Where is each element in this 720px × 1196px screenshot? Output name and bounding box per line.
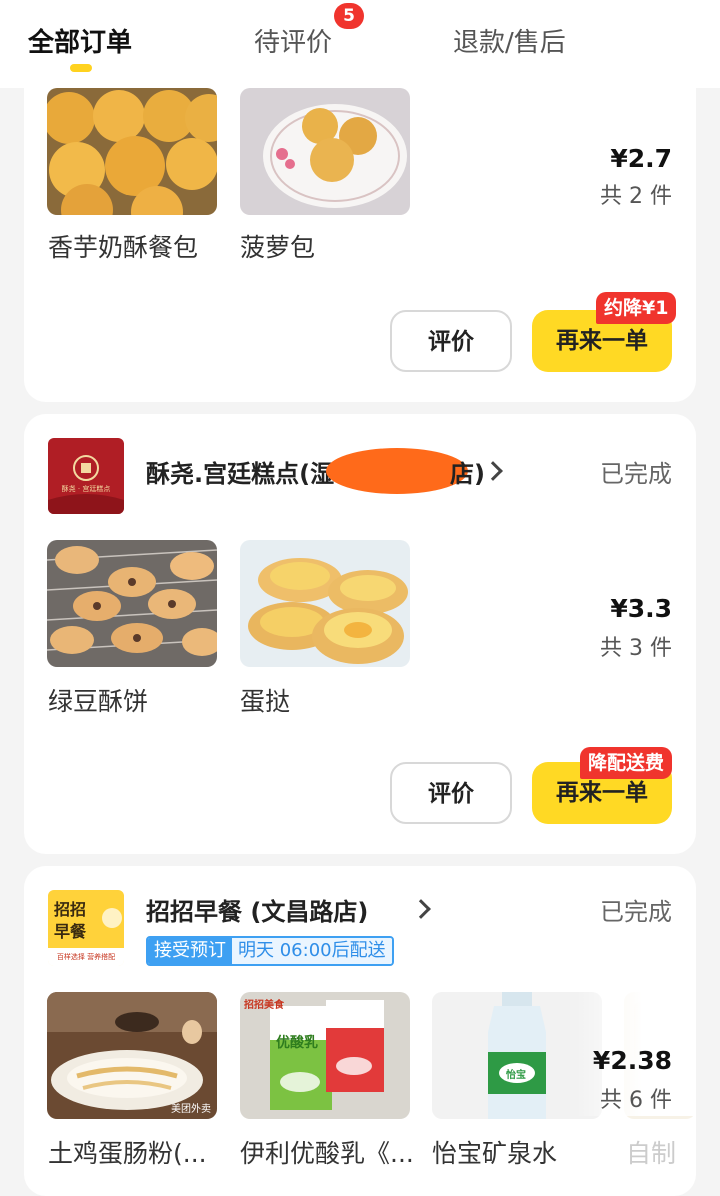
product-label-text: 优酸乳 [276,1035,318,1051]
product-name: 菠萝包 [240,233,316,262]
pending-review-count-badge: 5 [334,3,364,29]
preorder-badge: 接受预订 明天 06:00后配送 [146,936,394,966]
shop-name-tail: 店) [450,460,485,488]
shop-logo-image [48,438,124,514]
shop-name[interactable]: 酥尧.宫廷糕点(湿 [146,454,334,489]
product-label-text: 怡宝 [506,1070,526,1081]
order-status: 已完成 [600,460,672,488]
product-name: 伊利优酸乳《... [240,1139,414,1168]
product-image[interactable] [240,540,410,667]
order-item-count: 共 6 件 [600,1088,672,1113]
product-image[interactable] [240,88,410,215]
tab-refund-aftersale[interactable]: 退款/售后 [453,22,566,59]
active-tab-indicator [70,64,92,72]
taro-milk-bun-image [47,88,217,215]
chevron-right-icon[interactable] [411,899,431,919]
order-total-price: ¥2.7 [610,144,672,173]
shop-logo[interactable]: 酥尧 · 宫廷糕点 [48,438,124,514]
shop-logo-slogan: 百样选择 营养搭配 [56,953,116,961]
watermark-text: 美团外卖 [171,1104,211,1115]
product-image[interactable] [47,540,217,667]
order-total-price: ¥2.38 [592,1046,672,1075]
order-status: 已完成 [600,898,672,926]
shop-name[interactable]: 招招早餐 (文昌路店) [146,892,368,927]
preorder-delivery-time: 明天 06:00后配送 [232,938,392,964]
shop-logo[interactable]: 招招 早餐 百样选择 营养搭配 [48,890,124,966]
order-card[interactable]: 招招 早餐 百样选择 营养搭配 招招早餐 (文昌路店) 已完成 接受预订 明天 … [24,866,696,1196]
yili-yogurt-drink-image [240,992,410,1119]
promo-tag: 降配送费 [580,747,673,779]
product-name: 怡宝矿泉水 [432,1139,558,1168]
review-button[interactable]: 评价 [390,762,512,824]
shop-logo-text: 酥尧 · 宫廷糕点 [61,485,111,493]
shop-logo-text: 早餐 [54,922,87,941]
product-image[interactable]: 美团外卖 [47,992,217,1119]
egg-tart-image [240,540,410,667]
order-card[interactable]: 酥尧 · 宫廷糕点 酥尧.宫廷糕点(湿 店) 已完成 绿豆酥饼 蛋挞 ¥3.3 … [24,414,696,854]
review-button[interactable]: 评价 [390,310,512,372]
order-card[interactable]: 香芋奶酥餐包 菠萝包 ¥2.7 共 2 件 评价 再来一单 约降¥1 [24,60,696,402]
product-name: 香芋奶酥餐包 [48,233,199,262]
shop-logo-text: 招招 [54,900,87,919]
order-item-count: 共 2 件 [600,184,672,209]
redaction-scribble [326,448,468,494]
promo-tag: 约降¥1 [596,292,677,324]
mung-bean-cake-image [47,540,217,667]
product-name: 自制 [626,1139,677,1168]
order-tab-bar: 全部订单 待评价 5 退款/售后 [0,0,720,88]
order-total-price: ¥3.3 [610,594,672,623]
order-item-count: 共 3 件 [600,636,672,661]
watermark-text: 招招美食 [244,1000,284,1011]
preorder-label: 接受预订 [148,938,232,964]
pineapple-bun-image [240,88,410,215]
product-name: 蛋挞 [240,687,291,716]
product-image[interactable]: 招招美食 优酸乳 [240,992,410,1119]
product-name: 土鸡蛋肠粉(... [48,1139,207,1168]
product-image[interactable] [47,88,217,215]
chevron-right-icon[interactable] [483,461,503,481]
tab-all-orders[interactable]: 全部订单 [28,22,132,59]
tab-pending-review[interactable]: 待评价 [254,22,332,59]
product-name: 绿豆酥饼 [48,687,149,716]
